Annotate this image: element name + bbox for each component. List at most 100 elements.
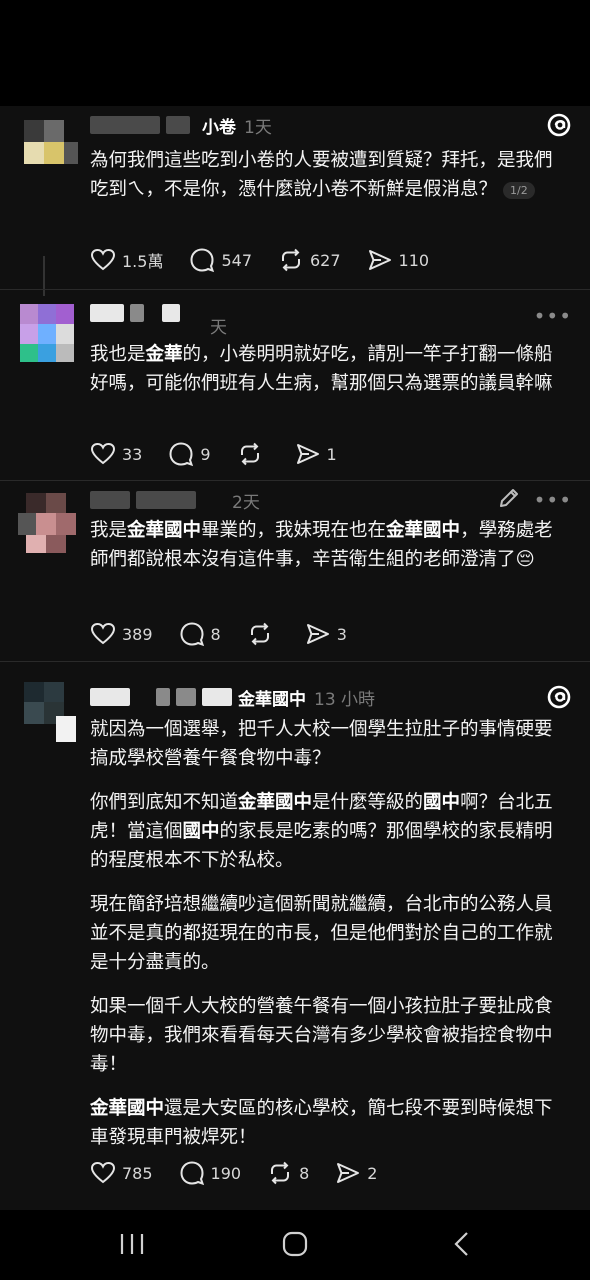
share-button[interactable]: 2	[335, 1161, 377, 1185]
share-button[interactable]: 3	[305, 622, 347, 646]
topic-tag[interactable]: 小卷	[202, 113, 236, 138]
more-options-icon[interactable]: •••	[534, 488, 572, 512]
status-bar-area	[0, 0, 590, 106]
reply-count: 8	[210, 624, 221, 644]
blurred-username[interactable]	[90, 304, 124, 322]
like-button[interactable]: 33	[90, 442, 142, 466]
post-actions: 33 9 1	[90, 439, 363, 469]
avatar[interactable]	[18, 120, 78, 186]
more-options-icon[interactable]: •••	[534, 304, 572, 328]
page-indicator[interactable]: 1/2	[503, 181, 535, 199]
post-time: 天	[210, 317, 227, 338]
highlight-keyword: 金華國中	[386, 520, 461, 541]
post-actions: 389 8 3	[90, 619, 373, 649]
paragraph: 如果一個千人大校的營養午餐有一個小孩拉肚子要扯成食物中毒，我們來看看每天台灣有多…	[90, 996, 553, 1075]
post-time: 13 小時	[314, 689, 376, 710]
post-header: 金華國中 13 小時	[90, 682, 375, 712]
share-count: 1	[326, 444, 337, 464]
edit-icon[interactable]	[498, 487, 520, 513]
send-icon	[296, 444, 319, 464]
repost-count: 8	[299, 1163, 310, 1183]
reply-button[interactable]: 9	[168, 441, 211, 467]
highlight-keyword: 國中	[423, 792, 461, 813]
reply-count: 547	[221, 250, 252, 270]
post-body: 我也是金華的，小卷明明就好吃，請別一竿子打翻一條船好嗎，可能你們班有人生病，幫那…	[90, 344, 553, 394]
post-body: 就因為一個選舉，把千人大校一個學生拉肚子的事情硬要搞成學校營養午餐食物中毒？ 你…	[90, 715, 566, 1167]
paragraph: 金華國中還是大安區的核心學校，簡七段不要到時候想下車發現車門被焊死！	[90, 1098, 553, 1148]
paragraph: 現在簡舒培想繼續吵這個新聞就繼續，台北市的公務人員並不是真的都挺現在的市長，但是…	[90, 894, 553, 973]
like-count: 1.5萬	[122, 252, 164, 271]
pensive-face-emoji: 😔	[515, 549, 535, 570]
repost-button[interactable]: 8	[267, 1160, 309, 1186]
topic-tag[interactable]: 金華國中	[238, 685, 306, 710]
repost-icon	[271, 1161, 290, 1185]
blurred-username[interactable]	[90, 491, 130, 509]
post-text: 為何我們這些吃到小卷的人要被遭到質疑？拜托，是我們吃到ㄟ，不是你，憑什麼說小卷不…	[90, 150, 553, 200]
recent-apps-icon[interactable]	[118, 1230, 146, 1262]
post-header-right	[546, 684, 572, 714]
comment-icon	[180, 1161, 204, 1186]
share-button[interactable]: 1	[295, 442, 337, 466]
send-icon	[337, 1163, 360, 1183]
repost-icon	[240, 442, 259, 466]
reply-button[interactable]: 8	[179, 621, 221, 647]
share-button[interactable]: 110	[367, 248, 430, 272]
home-icon[interactable]	[281, 1230, 309, 1262]
heart-icon	[90, 1161, 116, 1184]
avatar[interactable]	[18, 491, 78, 557]
repost-icon	[250, 622, 269, 646]
threads-logo-icon	[546, 112, 572, 142]
highlight-keyword: 金華國中	[127, 520, 202, 541]
threads-feed[interactable]: 小卷 1天 為何我們這些吃到小卷的人要被遭到質疑？拜托，是我們吃到ㄟ，不是你，憑…	[0, 106, 590, 1210]
post-header-right: •••	[534, 304, 572, 328]
post-header: 2天	[90, 485, 260, 515]
post-actions: 785 190 8 2	[90, 1158, 403, 1188]
heart-icon	[90, 442, 116, 465]
post-header: 天	[90, 298, 227, 338]
like-button[interactable]: 389	[90, 622, 153, 646]
repost-button[interactable]	[237, 441, 269, 467]
post[interactable]: 天 ••• 我也是金華的，小卷明明就好吃，請別一竿子打翻一條船好嗎，可能你們班有…	[0, 290, 590, 480]
post-header-right: •••	[498, 487, 572, 513]
like-count: 389	[122, 624, 153, 644]
share-count: 2	[367, 1163, 378, 1183]
heart-icon	[90, 622, 116, 645]
comment-icon	[169, 442, 194, 467]
post[interactable]: 金華國中 13 小時 就因為一個選舉，把千人大校一個學生拉肚子的事情硬要搞成學校…	[0, 662, 590, 1210]
highlight-keyword: 金華國中	[90, 1098, 165, 1119]
post-actions: 1.5萬 547 627 110	[90, 245, 455, 275]
repost-icon	[282, 248, 300, 272]
like-button[interactable]: 1.5萬	[90, 248, 163, 272]
post-header-right	[546, 112, 572, 142]
reply-button[interactable]: 190	[179, 1160, 242, 1186]
threads-logo-icon	[546, 684, 572, 714]
reply-count: 9	[200, 444, 211, 464]
comment-icon	[180, 622, 204, 647]
reply-count: 190	[210, 1163, 242, 1183]
post-body: 我是金華國中畢業的，我妹現在也在金華國中，學務處老師們都說根本沒有這件事，辛苦衛…	[90, 520, 553, 570]
post-time: 2天	[232, 492, 260, 513]
blurred-username[interactable]	[90, 688, 130, 706]
paragraph: 就因為一個選舉，把千人大校一個學生拉肚子的事情硬要搞成學校營養午餐食物中毒？	[90, 719, 553, 769]
repost-button[interactable]	[247, 621, 279, 647]
reply-button[interactable]: 547	[189, 247, 252, 273]
post[interactable]: 2天 ••• 我是金華國中畢業的，我妹現在也在金華國中，學務處老師們都說根本沒有…	[0, 481, 590, 661]
post-header: 小卷 1天	[90, 110, 272, 140]
back-icon[interactable]	[448, 1230, 476, 1262]
avatar[interactable]	[18, 300, 78, 366]
like-count: 33	[122, 444, 143, 464]
send-icon	[306, 624, 329, 644]
highlight-keyword: 金華國中	[238, 792, 313, 813]
share-count: 3	[336, 624, 347, 644]
like-button[interactable]: 785	[90, 1161, 153, 1185]
post[interactable]: 小卷 1天 為何我們這些吃到小卷的人要被遭到質疑？拜托，是我們吃到ㄟ，不是你，憑…	[0, 106, 590, 296]
paragraph: 你們到底知不知道金華國中是什麼等級的國中啊？台北五虎！當這個國中的家長是吃素的嗎…	[90, 792, 553, 871]
post-body: 為何我們這些吃到小卷的人要被遭到質疑？拜托，是我們吃到ㄟ，不是你，憑什麼說小卷不…	[90, 146, 566, 219]
share-count: 110	[398, 250, 430, 270]
highlight-keyword: 金華	[145, 344, 183, 365]
highlight-keyword: 國中	[182, 821, 220, 842]
avatar[interactable]	[18, 682, 78, 748]
repost-button[interactable]: 627	[278, 247, 341, 273]
comment-icon	[190, 248, 215, 273]
blurred-username[interactable]	[90, 116, 160, 134]
